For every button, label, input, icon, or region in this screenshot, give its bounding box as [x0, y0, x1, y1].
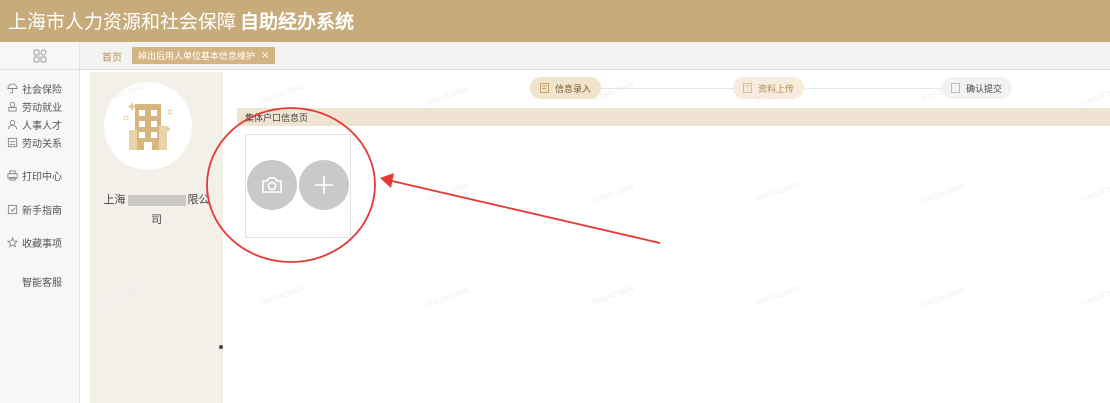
redacted-text — [127, 194, 186, 206]
sidebar-item-label: 智能客服 — [22, 277, 62, 289]
sidebar-item-label: 新手指南 — [22, 205, 62, 217]
sidebar-item-print-center[interactable]: 打印中心 — [6, 166, 62, 184]
app-title-bold: 自助经办系统 — [240, 11, 355, 33]
sidebar-item-label: 社会保险 — [22, 84, 62, 96]
sidebar-item-guide[interactable]: 新手指南 — [6, 200, 62, 218]
close-icon[interactable]: × — [261, 50, 269, 61]
sidebar-item-label: 劳动就业 — [22, 102, 62, 114]
app-title: 上海市人力资源和社会保障 自助经办系统 — [8, 7, 354, 34]
check-icon — [951, 83, 961, 93]
grid-menu-icon — [33, 49, 47, 62]
step-label: 资料上传 — [758, 84, 795, 95]
step-info-entry[interactable]: 信息录入 — [530, 77, 602, 99]
people-icon — [6, 118, 18, 130]
tab-home[interactable]: 首页 — [102, 49, 122, 64]
header-bar: 上海市人力资源和社会保障 自助经办系统 — [0, 0, 1110, 42]
sidebar-item-labor-relations[interactable]: 劳动关系 — [6, 133, 62, 151]
section-header: 集体户口信息页 — [237, 108, 1110, 126]
sidebar-item-social-insurance[interactable]: 社会保险 — [6, 79, 62, 97]
step-confirm[interactable]: 确认提交 — [941, 77, 1013, 99]
sidebar-item-smart-service[interactable]: 智能客服 — [22, 272, 62, 290]
company-profile-panel: 上海 限公 司 — [90, 72, 223, 403]
sidebar-item-label: 劳动关系 — [22, 138, 62, 150]
guide-icon — [6, 203, 18, 215]
tab-active-label: 掉出后用人单位基本信息维护 — [138, 52, 256, 62]
sidebar-item-employment[interactable]: 劳动就业 — [6, 97, 62, 115]
printer-icon — [6, 169, 18, 181]
company-name: 上海 限公 司 — [103, 193, 210, 226]
app-title-main: 上海市人力资源和社会保障 — [8, 11, 237, 33]
star-icon — [6, 236, 18, 248]
briefcase-icon — [6, 100, 18, 112]
sidebar-item-label: 人事人才 — [22, 120, 62, 132]
form-icon — [6, 136, 18, 148]
sidebar-item-personnel[interactable]: 人事人才 — [6, 115, 62, 133]
plus-icon — [315, 176, 333, 194]
umbrella-icon — [6, 82, 18, 94]
step-label: 信息录入 — [555, 84, 592, 95]
section-title: 集体户口信息页 — [245, 113, 309, 124]
step-label: 确认提交 — [966, 84, 1003, 95]
tab-active[interactable]: 掉出后用人单位基本信息维护 × — [132, 47, 276, 64]
tab-bar: 首页 掉出后用人单位基本信息维护 × — [80, 42, 1110, 70]
sidebar-item-label: 打印中心 — [22, 171, 62, 183]
sidebar-item-favorites[interactable]: 收藏事项 — [6, 233, 62, 251]
menu-toggle-button[interactable] — [0, 42, 80, 70]
edit-icon — [540, 83, 550, 93]
upload-icon — [743, 83, 753, 93]
camera-icon — [262, 177, 282, 193]
camera-button[interactable] — [247, 160, 297, 210]
sidebar-item-label: 收藏事项 — [22, 238, 62, 250]
step-upload[interactable]: 资料上传 — [733, 77, 805, 99]
add-image-button[interactable] — [299, 160, 349, 210]
